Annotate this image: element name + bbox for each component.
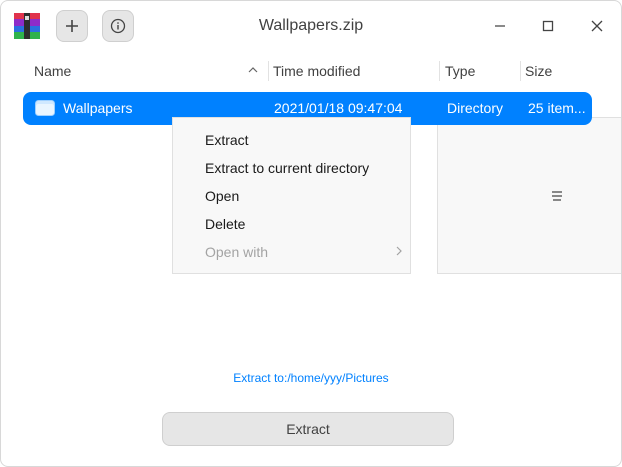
menu-icon	[551, 190, 562, 201]
column-separator[interactable]	[268, 61, 269, 81]
column-time-modified[interactable]: Time modified	[273, 57, 360, 85]
column-header: Name Time modified Type Size	[23, 57, 601, 85]
menu-item-delete[interactable]: Delete	[205, 210, 245, 238]
menu-item-extract[interactable]: Extract	[205, 126, 249, 154]
row-name: Wallpapers	[63, 100, 133, 116]
maximize-button[interactable]	[536, 14, 560, 38]
title-bar: Wallpapers.zip	[1, 1, 621, 274]
close-button[interactable]	[585, 14, 609, 38]
menu-item-open-with[interactable]: Open with	[205, 238, 268, 266]
row-type: Directory	[447, 100, 504, 116]
column-separator[interactable]	[520, 61, 521, 81]
chevron-right-icon	[396, 246, 402, 256]
column-type[interactable]: Type	[445, 57, 475, 85]
extract-path-link[interactable]: Extract to:/home/yyy/Pictures	[1, 371, 621, 385]
minimize-button[interactable]	[488, 14, 512, 38]
row-size: 25 item...	[528, 100, 586, 116]
menu-item-open[interactable]: Open	[205, 182, 239, 210]
context-menu: Extract Extract to current directory Ope…	[172, 117, 411, 274]
maximize-icon	[542, 20, 554, 32]
extract-button[interactable]: Extract	[162, 412, 454, 446]
window-title: Wallpapers.zip	[258, 17, 364, 34]
close-icon	[591, 20, 603, 32]
column-name[interactable]: Name	[34, 57, 71, 85]
column-size[interactable]: Size	[525, 57, 552, 85]
menu-item-extract-to-current-directory[interactable]: Extract to current directory	[205, 154, 369, 182]
sort-ascending-icon	[248, 67, 258, 73]
column-separator[interactable]	[439, 61, 440, 81]
folder-icon	[35, 100, 55, 116]
archive-window: Wallpapers.zip Name Time modified Type S…	[0, 0, 622, 467]
main-menu-button[interactable]	[437, 117, 621, 274]
minimize-icon	[495, 25, 505, 27]
